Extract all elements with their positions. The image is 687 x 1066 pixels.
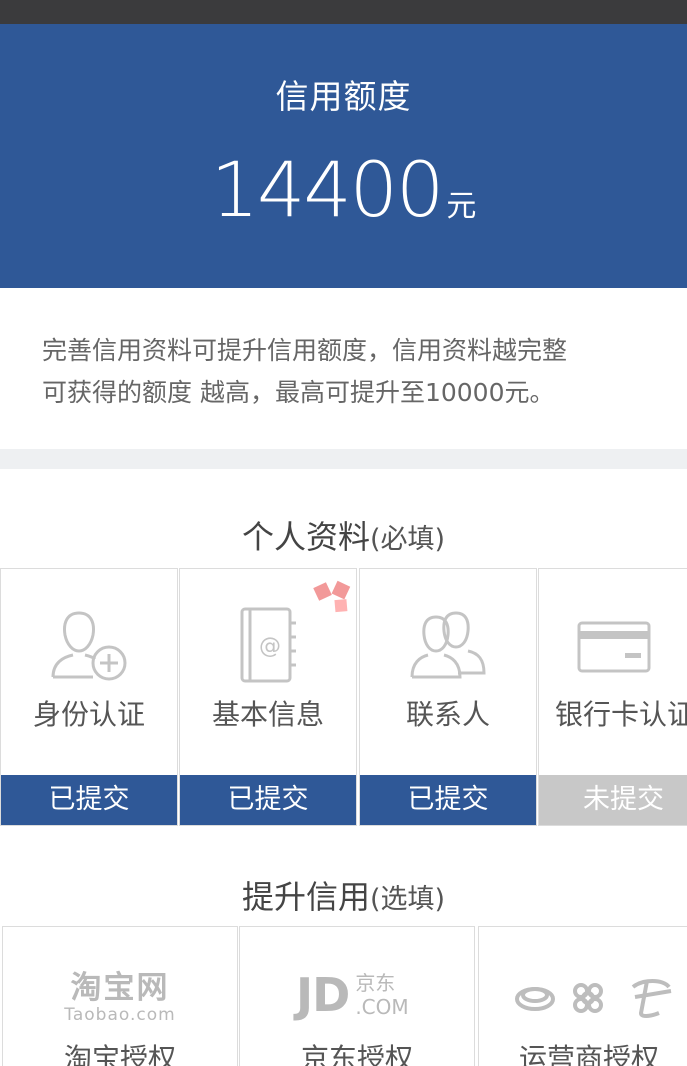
contacts-status: 已提交 — [360, 775, 536, 825]
status-bar — [0, 0, 687, 24]
personal-info-section-title: 个人资料(必填) — [0, 512, 687, 558]
description-line-2: 可获得的额度 越高，最高可提升至10000元。 — [42, 378, 555, 407]
contacts-card[interactable]: 联系人 已提交 — [359, 568, 537, 826]
taobao-logo-icon: 淘宝网 Taobao.com — [3, 971, 237, 1025]
identity-verification-card[interactable]: 身份认证 已提交 — [0, 568, 178, 826]
bank-card-verification-label: 银行卡认证 — [555, 698, 687, 731]
boost-credit-cards: 淘宝网 Taobao.com 淘宝授权 JD 京东 .COM 京东授权 运营商授… — [0, 926, 687, 1066]
basic-info-status: 已提交 — [180, 775, 356, 825]
identity-verification-status: 已提交 — [1, 775, 177, 825]
carrier-logos-icon — [515, 979, 672, 1018]
description-line-1: 完善信用资料可提升信用额度，信用资料越完整 — [42, 336, 568, 365]
personal-info-required-note: (必填) — [369, 524, 446, 555]
bank-card-verification-status: 未提交 — [539, 775, 687, 825]
jd-logo-text: JD — [296, 968, 350, 1022]
address-book-icon: @ — [240, 607, 296, 683]
taobao-authorization-card[interactable]: 淘宝网 Taobao.com 淘宝授权 — [2, 926, 238, 1066]
svg-text:@: @ — [259, 634, 281, 659]
credit-limit-title: 信用额度 — [275, 77, 412, 116]
credit-limit-header: 信用额度 14400 元 — [0, 24, 687, 288]
basic-info-card[interactable]: @ 基本信息 已提交 — [179, 568, 357, 826]
carrier-authorization-card[interactable]: 运营商授权 — [478, 926, 687, 1066]
bank-card-verification-card[interactable]: 银行卡认证 未提交 — [538, 568, 687, 826]
contacts-icon — [410, 611, 486, 679]
bank-card-icon — [577, 621, 651, 673]
jd-authorization-label: 京东授权 — [300, 1042, 413, 1066]
personal-info-title: 个人资料 — [241, 518, 370, 556]
taobao-logo-domain: Taobao.com — [64, 1005, 176, 1025]
jd-authorization-card[interactable]: JD 京东 .COM 京东授权 — [239, 926, 475, 1066]
boost-credit-optional-note: (选填) — [369, 884, 446, 915]
personal-info-cards: 身份认证 已提交 @ 基本信息 已提交 联系人 已提交 银行卡认证 未提交 — [0, 568, 687, 826]
section-divider — [0, 449, 687, 469]
credit-limit-amount: 14400 元 — [0, 152, 687, 228]
jd-logo-domain: .COM — [355, 995, 409, 1019]
boost-credit-section-title: 提升信用(选填) — [0, 872, 687, 918]
boost-credit-title: 提升信用 — [241, 878, 370, 916]
credit-description: 完善信用资料可提升信用额度，信用资料越完整 可获得的额度 越高，最高可提升至10… — [42, 330, 682, 414]
user-add-icon — [51, 611, 127, 681]
credit-amount-value: 14400 — [210, 145, 445, 234]
credit-amount-unit: 元 — [446, 189, 477, 224]
identity-verification-label: 身份认证 — [32, 698, 145, 731]
taobao-logo-text: 淘宝网 — [70, 970, 170, 1006]
jd-logo-icon: JD 京东 .COM — [296, 971, 409, 1019]
taobao-authorization-label: 淘宝授权 — [63, 1042, 176, 1066]
jd-logo-chinese: 京东 — [355, 971, 396, 995]
carrier-authorization-label: 运营商授权 — [518, 1042, 659, 1066]
contacts-label: 联系人 — [405, 698, 490, 731]
basic-info-label: 基本信息 — [211, 698, 324, 731]
